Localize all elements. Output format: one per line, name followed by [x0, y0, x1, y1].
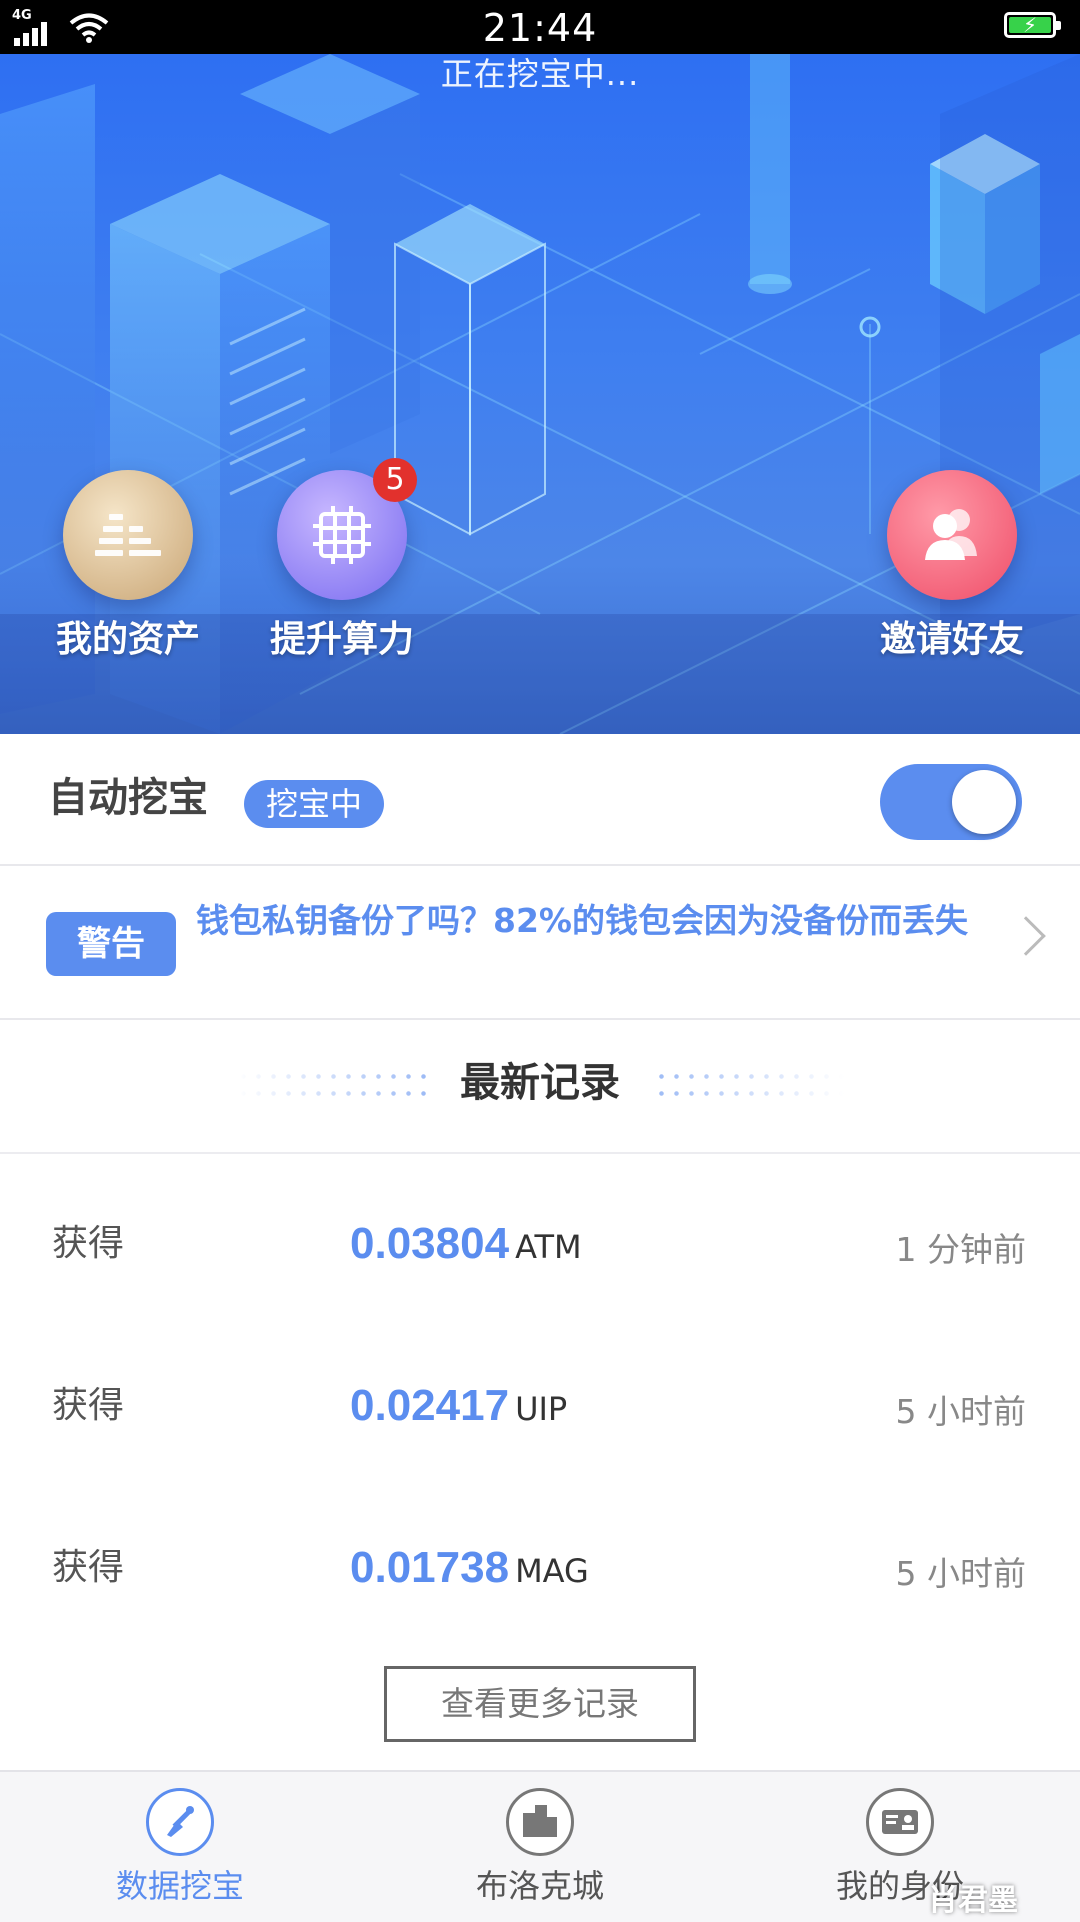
id-card-icon	[866, 1788, 934, 1856]
chip-icon: 5	[277, 458, 417, 600]
tab-block-city-label: 布洛克城	[475, 1867, 604, 1905]
record-row: 获得 0.03804 ATM 1 分钟前	[0, 1206, 1080, 1306]
toggle-knob	[952, 770, 1016, 834]
tab-data-mining-label: 数据挖宝	[115, 1867, 244, 1905]
record-amount-value: 0.02417	[350, 1381, 510, 1430]
record-unit: UIP	[515, 1390, 568, 1428]
record-amount: 0.02417 UIP	[350, 1378, 567, 1443]
records-header: 最新记录	[0, 1020, 1080, 1154]
warning-message: 钱包私钥备份了吗？82%的钱包会因为没备份而丢失	[196, 901, 968, 940]
record-amount-value: 0.01738	[350, 1543, 510, 1592]
tab-data-mining[interactable]: 数据挖宝	[50, 1788, 310, 1906]
mining-status-pill: 挖宝中	[244, 780, 385, 828]
invite-friends-label: 邀请好友	[879, 619, 1024, 660]
record-unit: MAG	[515, 1552, 589, 1590]
mining-status-text: 正在挖宝中...	[440, 55, 640, 93]
chevron-right-icon	[1006, 916, 1046, 956]
record-time: 5 小时前	[895, 1392, 1027, 1431]
bottom-nav: 数据挖宝 布洛克城 我的身份	[0, 1770, 1080, 1922]
records-title: 最新记录	[460, 1060, 620, 1106]
boost-power-button[interactable]: 5 提升算力	[242, 458, 442, 662]
tab-block-city[interactable]: 布洛克城	[410, 1788, 670, 1906]
dots-decoration-right	[654, 1068, 844, 1102]
record-row: 获得 0.02417 UIP 5 小时前	[0, 1368, 1080, 1468]
view-more-records-button[interactable]: 查看更多记录	[384, 1666, 696, 1742]
battery-icon: ⚡	[1004, 12, 1061, 38]
auto-mine-row: 自动挖宝 挖宝中	[0, 734, 1080, 866]
record-unit: ATM	[515, 1228, 582, 1266]
record-time: 5 小时前	[895, 1554, 1027, 1593]
power-badge: 5	[373, 458, 417, 502]
city-icon	[506, 1788, 574, 1856]
status-bar: 4G 21:44 ⚡	[0, 0, 1080, 54]
auto-mine-toggle[interactable]	[880, 764, 1022, 840]
record-time: 1 分钟前	[895, 1230, 1027, 1269]
invite-friends-button[interactable]: 邀请好友	[852, 470, 1052, 662]
warning-tag: 警告	[46, 912, 176, 976]
clock: 21:44	[482, 6, 598, 50]
hero-banner: 正在挖宝中... 我的资产 5 提升算力 邀请好友	[0, 54, 1080, 734]
friends-icon	[887, 470, 1017, 600]
warning-banner[interactable]: 警告 钱包私钥备份了吗？82%的钱包会因为没备份而丢失	[0, 866, 1080, 1020]
record-label: 获得	[52, 1223, 125, 1264]
record-label: 获得	[52, 1385, 125, 1426]
boost-power-label: 提升算力	[269, 619, 414, 660]
record-row: 获得 0.01738 MAG 5 小时前	[0, 1530, 1080, 1630]
assets-icon	[63, 470, 193, 600]
record-amount-value: 0.03804	[350, 1219, 510, 1268]
my-assets-label: 我的资产	[55, 619, 200, 660]
watermark-label: 肖君墨	[928, 1883, 1018, 1918]
record-amount: 0.03804 ATM	[350, 1216, 582, 1281]
record-amount: 0.01738 MAG	[350, 1540, 589, 1605]
auto-mine-title: 自动挖宝	[48, 775, 208, 821]
record-label: 获得	[52, 1547, 125, 1588]
my-assets-button[interactable]: 我的资产	[28, 470, 228, 662]
shovel-icon	[146, 1788, 214, 1856]
latest-records-section: 最新记录 获得 0.03804 ATM 1 分钟前 获得 0.02417 UIP 5…	[0, 1020, 1080, 1770]
